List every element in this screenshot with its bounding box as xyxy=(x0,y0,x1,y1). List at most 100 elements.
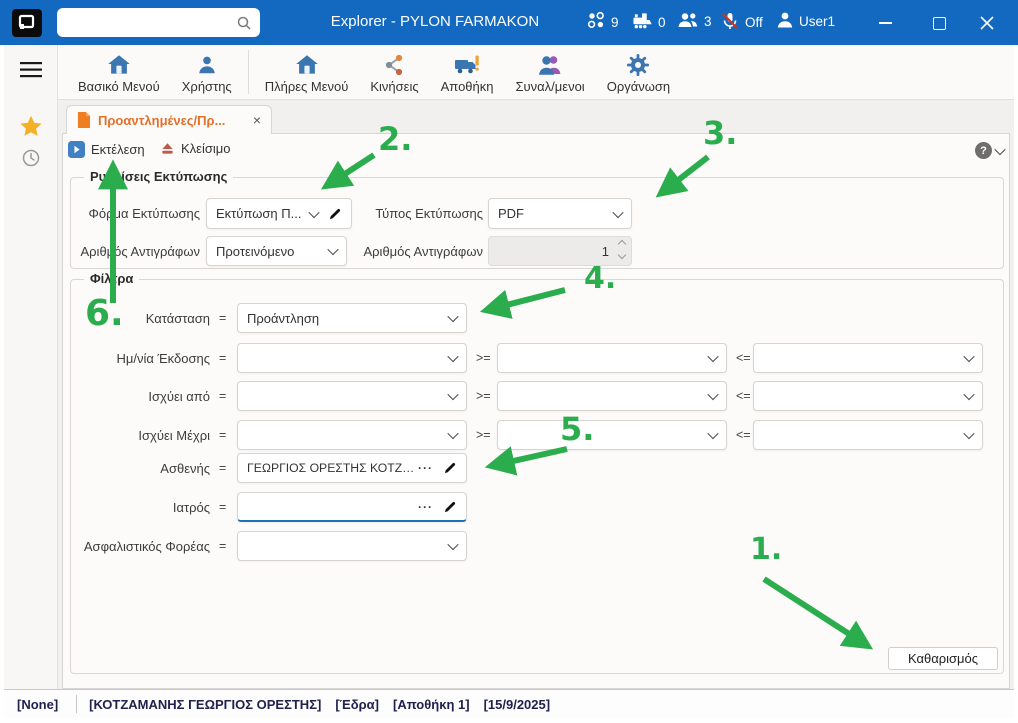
print-type-combobox[interactable]: PDF xyxy=(488,198,632,229)
toolbar-label: Βασικό Μενού xyxy=(78,78,160,94)
toolbar-separator xyxy=(247,50,249,94)
eq-operator: = xyxy=(219,389,227,403)
community-count: 9 xyxy=(611,14,619,30)
toolbar-label: Συναλ/μενοι xyxy=(515,78,585,94)
users-badge[interactable]: 3 xyxy=(677,11,712,32)
close-icon xyxy=(980,16,994,30)
toolbar-item-kiniseis[interactable]: Κινήσεις xyxy=(359,49,429,96)
lookup-ellipsis-button[interactable]: ··· xyxy=(418,500,433,514)
favorites-button[interactable] xyxy=(4,115,57,137)
mic-toggle[interactable]: Off xyxy=(720,11,763,34)
mic-status-label: Off xyxy=(745,15,763,30)
filter-valid-from-combobox[interactable] xyxy=(237,381,467,411)
ge-operator: >= xyxy=(476,389,491,403)
gear-icon xyxy=(626,51,650,77)
user-icon xyxy=(196,51,218,77)
star-icon xyxy=(19,115,42,136)
filter-issue-date-combobox[interactable] xyxy=(237,343,467,373)
ge-operator: >= xyxy=(476,428,491,442)
copies-mode-combobox[interactable]: Προτεινόμενο xyxy=(206,236,347,266)
users-count: 3 xyxy=(704,14,712,29)
close-window-button[interactable] xyxy=(974,10,1000,36)
toolbar-label: Αποθήκη xyxy=(440,78,494,94)
toolbar-item-xristis[interactable]: Χρήστης xyxy=(171,49,243,96)
chevron-down-icon xyxy=(308,206,320,218)
hamburger-menu-button[interactable] xyxy=(4,62,57,78)
community-badge[interactable]: 9 xyxy=(586,11,619,33)
clear-filters-button[interactable]: Καθαρισμός xyxy=(888,647,998,670)
search-icon xyxy=(236,15,252,31)
print-settings-legend: Ρυθμίσεις Εκτύπωσης xyxy=(84,169,234,184)
le-operator: <= xyxy=(736,389,751,403)
user-icon xyxy=(776,11,794,32)
window-title: Explorer - PYLON FARMAKON xyxy=(330,13,540,30)
tab-close-icon[interactable]: × xyxy=(253,113,261,127)
filter-valid-until-ge-combobox[interactable] xyxy=(497,420,727,450)
copies-count-label: Αριθμός Αντιγράφων xyxy=(363,243,483,259)
filter-valid-until-combobox[interactable] xyxy=(237,420,467,450)
main-toolbar: Βασικό Μενού Χρήστης Πλήρες Μενού Κινήσε… xyxy=(57,45,1014,100)
user-menu[interactable]: User1 xyxy=(776,11,835,32)
filters-group: Φίλτρα xyxy=(70,271,1004,674)
filters-legend: Φίλτρα xyxy=(84,271,140,286)
close-report-button[interactable]: Κλείσιμο xyxy=(160,141,231,156)
status-company[interactable]: [ΚΟΤΖΑΜΑΝΗΣ ΓΕΩΡΓΙΟΣ ΟΡΕΣΤΗΣ] xyxy=(89,697,321,712)
execute-label: Εκτέλεση xyxy=(91,142,145,157)
toolbar-item-basiko-menou[interactable]: Βασικό Μενού xyxy=(67,49,171,96)
filter-doctor-lookup[interactable]: ··· xyxy=(237,492,467,522)
maximize-button[interactable] xyxy=(926,10,952,36)
status-none[interactable]: [None] xyxy=(17,697,58,712)
filter-patient-value: ΓΕΩΡΓΙΟΣ ΟΡΕΣΤΗΣ ΚΟΤΖΑΜ xyxy=(247,461,418,475)
status-date[interactable]: [15/9/2025] xyxy=(484,697,551,712)
toolbar-item-synallassomenoi[interactable]: Συναλ/μενοι xyxy=(505,49,596,96)
help-button[interactable]: ? xyxy=(975,142,1006,159)
spinner-arrows-icon[interactable] xyxy=(617,239,627,260)
toolbar-item-apothiki[interactable]: Αποθήκη xyxy=(430,49,505,96)
filter-issue-date-from-combobox[interactable] xyxy=(497,343,727,373)
train-badge[interactable]: 0 xyxy=(631,11,666,33)
print-form-combobox[interactable]: Εκτύπωση Π... xyxy=(206,198,352,229)
people-icon xyxy=(537,51,563,77)
filter-insurance-combobox[interactable] xyxy=(237,531,467,561)
status-branch[interactable]: [Έδρα] xyxy=(335,697,379,712)
chevron-down-icon xyxy=(612,206,624,218)
users-icon xyxy=(677,11,699,32)
filter-status-combobox[interactable]: Προάντληση xyxy=(237,303,467,333)
edit-pencil-icon[interactable] xyxy=(443,500,457,514)
filter-status-value: Προάντληση xyxy=(247,310,320,326)
status-separator xyxy=(76,695,78,713)
tab-title: Προαντλημένες/Πρ... xyxy=(98,112,226,128)
filter-patient-lookup[interactable]: ΓΕΩΡΓΙΟΣ ΟΡΕΣΤΗΣ ΚΟΤΖΑΜ ··· xyxy=(237,453,467,483)
execute-button[interactable]: Εκτέλεση xyxy=(68,141,145,158)
copies-mode-value: Προτεινόμενο xyxy=(216,243,295,259)
edit-pencil-icon[interactable] xyxy=(328,207,342,221)
filter-issue-date-to-combobox[interactable] xyxy=(753,343,983,373)
edit-pencil-icon[interactable] xyxy=(443,461,457,475)
toolbar-label: Κινήσεις xyxy=(370,78,419,94)
filter-label: Ισχύει Μέχρι xyxy=(138,427,210,443)
lookup-ellipsis-button[interactable]: ··· xyxy=(418,461,433,475)
status-warehouse[interactable]: [Αποθήκη 1] xyxy=(393,697,470,712)
filter-label: Ιατρός xyxy=(172,499,210,515)
pylon-logo-icon[interactable] xyxy=(12,9,42,37)
eq-operator: = xyxy=(219,311,227,325)
copies-count-spinner[interactable]: 1 xyxy=(488,236,632,266)
document-icon xyxy=(78,112,90,128)
le-operator: <= xyxy=(736,351,751,365)
toolbar-item-organosi[interactable]: Οργάνωση xyxy=(596,49,681,96)
toolbar-item-plires-menou[interactable]: Πλήρες Μενού xyxy=(254,49,360,96)
mic-off-icon xyxy=(720,11,740,34)
history-button[interactable] xyxy=(4,148,57,168)
type-label: Τύπος Εκτύπωσης xyxy=(375,206,483,221)
chevron-down-icon xyxy=(447,310,459,323)
copies-count-value: 1 xyxy=(601,243,609,259)
filter-valid-from-ge-combobox[interactable] xyxy=(497,381,727,411)
filter-valid-until-le-combobox[interactable] xyxy=(753,420,983,450)
filter-valid-from-le-combobox[interactable] xyxy=(753,381,983,411)
tab-proantlimenes[interactable]: Προαντλημένες/Πρ... × xyxy=(66,105,272,134)
toolbar-label: Πλήρες Μενού xyxy=(264,78,349,94)
toolbar-label: Χρήστης xyxy=(181,78,232,94)
eject-icon xyxy=(162,143,173,154)
search-input[interactable] xyxy=(57,8,260,37)
minimize-button[interactable] xyxy=(872,10,898,36)
